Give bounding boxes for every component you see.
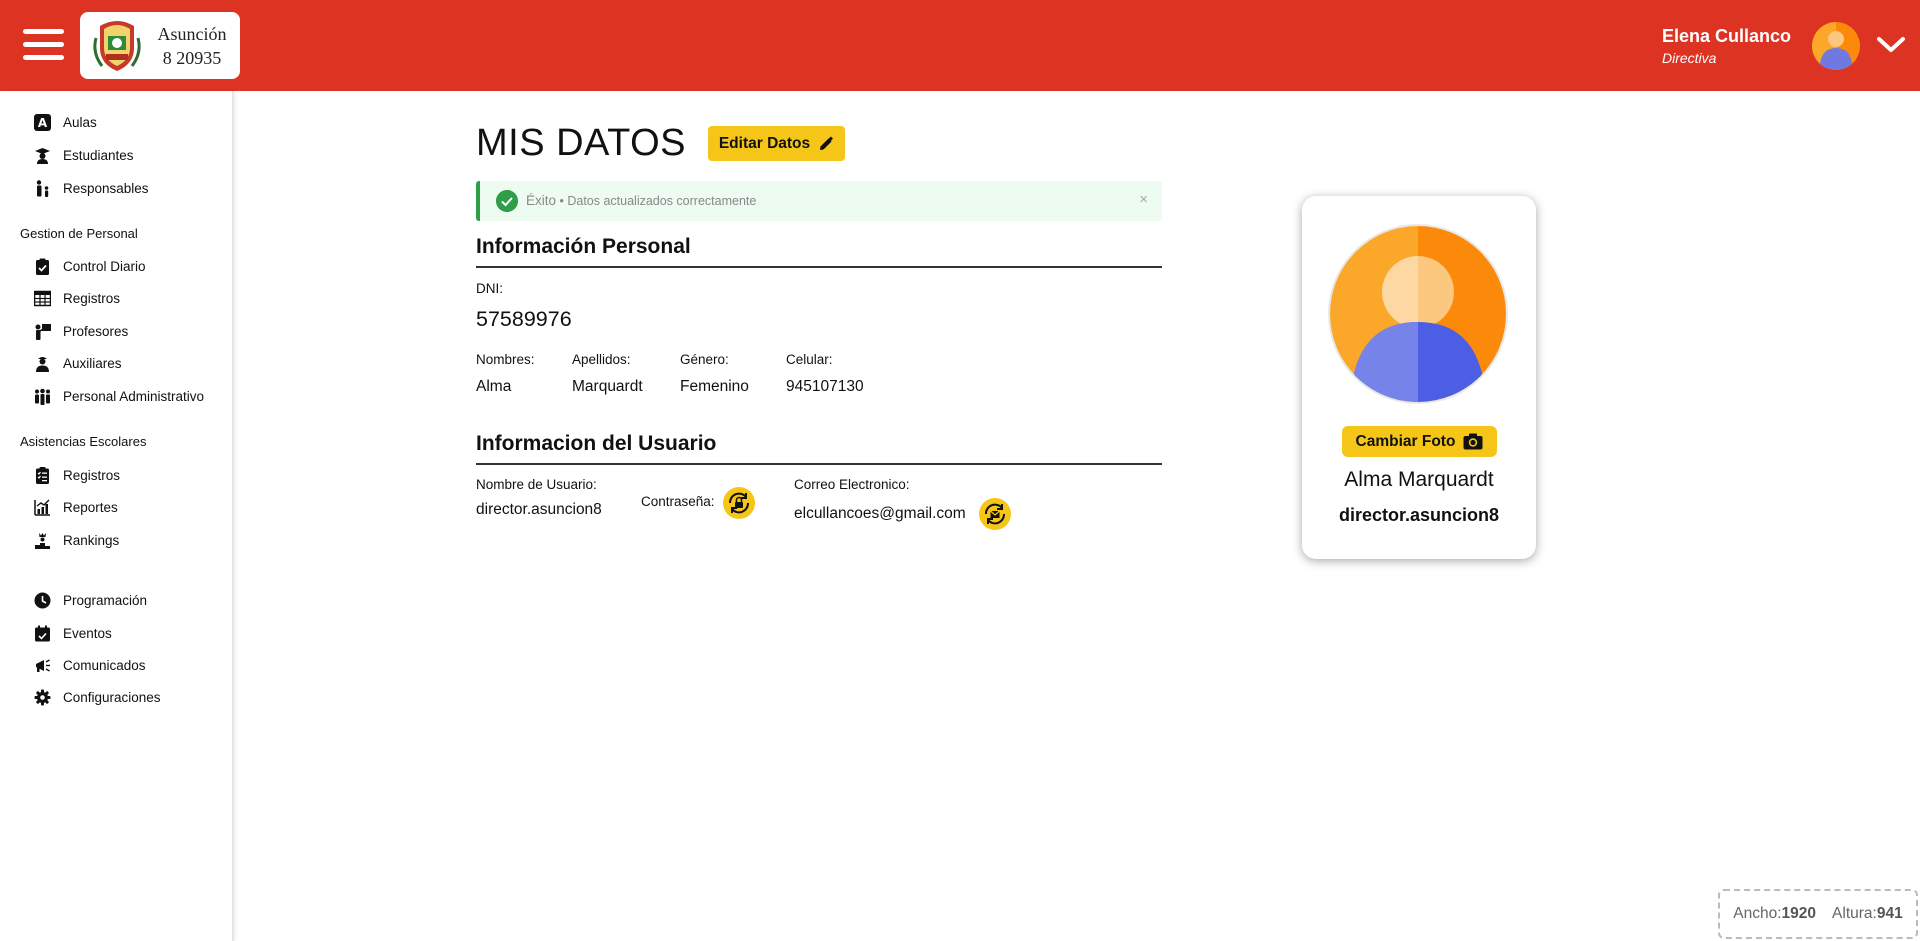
divider bbox=[476, 463, 1162, 465]
nombres-label: Nombres: bbox=[476, 352, 535, 367]
celular-value: 945107130 bbox=[786, 378, 864, 395]
sidebar-item-personal-administrativo[interactable]: Personal Administrativo bbox=[34, 384, 204, 408]
parent-child-icon bbox=[36, 179, 49, 197]
header-avatar[interactable] bbox=[1812, 22, 1860, 70]
check-circle-icon bbox=[496, 190, 518, 212]
apellidos-label: Apellidos: bbox=[572, 352, 631, 367]
edit-data-button[interactable]: Editar Datos bbox=[708, 126, 845, 161]
profile-card: Cambiar Foto Alma Marquardt director.asu… bbox=[1302, 196, 1536, 559]
alert-separator: • bbox=[556, 194, 568, 208]
section-title-gestion: Gestion de Personal bbox=[20, 226, 138, 241]
change-password-button[interactable] bbox=[723, 487, 755, 519]
sidebar: A Aulas Estudiantes Responsables Gestion… bbox=[0, 91, 234, 941]
mail-refresh-icon bbox=[984, 503, 1006, 525]
section-title-asistencias: Asistencias Escolares bbox=[20, 434, 147, 449]
camera-icon bbox=[1463, 433, 1483, 450]
alert-message: Datos actualizados correctamente bbox=[567, 194, 757, 208]
school-logo-box: Asunción 8 20935 bbox=[80, 12, 240, 79]
school-name: Asunción bbox=[157, 24, 227, 44]
lock-refresh-icon bbox=[728, 492, 750, 514]
celular-label: Celular: bbox=[786, 352, 833, 367]
sidebar-item-eventos[interactable]: Eventos bbox=[34, 621, 112, 645]
user-info-heading: Informacion del Usuario bbox=[476, 432, 717, 455]
megaphone-icon bbox=[36, 658, 50, 672]
page-title: MIS DATOS bbox=[476, 122, 687, 164]
username-label: Nombre de Usuario: bbox=[476, 477, 597, 492]
sidebar-item-control-diario[interactable]: Control Diario bbox=[34, 254, 146, 278]
top-header: Asunción 8 20935 Elena Cullanco Directiv… bbox=[0, 0, 1920, 91]
profile-avatar bbox=[1330, 226, 1506, 402]
staff-icon bbox=[36, 356, 49, 372]
height-value: 941 bbox=[1876, 905, 1903, 922]
divider bbox=[476, 266, 1162, 268]
sidebar-item-profesores[interactable]: Profesores bbox=[34, 319, 128, 343]
sidebar-item-comunicados[interactable]: Comunicados bbox=[34, 653, 146, 677]
gear-icon bbox=[34, 689, 51, 705]
username-value: director.asuncion8 bbox=[476, 501, 602, 518]
pencil-icon bbox=[820, 136, 834, 150]
sidebar-item-registros-asistencia[interactable]: Registros bbox=[34, 463, 120, 487]
calendar-icon bbox=[35, 625, 50, 641]
checklist-icon bbox=[36, 466, 49, 484]
nombres-value: Alma bbox=[476, 378, 512, 395]
sidebar-item-programacion[interactable]: Programación bbox=[34, 588, 147, 612]
apellidos-value: Marquardt bbox=[572, 378, 643, 395]
clipboard-check-icon bbox=[36, 258, 49, 275]
school-code: 8 20935 bbox=[162, 48, 222, 68]
width-label: Ancho: bbox=[1733, 905, 1782, 922]
genero-label: Género: bbox=[680, 352, 729, 367]
sidebar-item-configuraciones[interactable]: Configuraciones bbox=[34, 685, 161, 709]
sidebar-item-registros-personal[interactable]: Registros bbox=[34, 286, 120, 310]
header-user-name: Elena Cullanco bbox=[1662, 26, 1792, 46]
profile-username: director.asuncion8 bbox=[1338, 505, 1500, 525]
sidebar-item-auxiliares[interactable]: Auxiliares bbox=[34, 351, 122, 375]
school-crest-icon bbox=[93, 21, 141, 71]
profile-full-name: Alma Marquardt bbox=[1344, 468, 1494, 491]
svg-text:A: A bbox=[38, 116, 48, 130]
sidebar-item-reportes[interactable]: Reportes bbox=[34, 495, 118, 519]
personal-info-heading: Información Personal bbox=[476, 235, 691, 258]
sidebar-item-estudiantes[interactable]: Estudiantes bbox=[34, 143, 134, 167]
menu-icon[interactable] bbox=[23, 29, 64, 61]
height-label: Altura: bbox=[1832, 905, 1877, 922]
teacher-icon bbox=[35, 323, 51, 340]
sidebar-item-rankings[interactable]: Rankings bbox=[34, 528, 119, 552]
success-alert: Éxito • Datos actualizados correctamente… bbox=[476, 181, 1162, 221]
sidebar-item-responsables[interactable]: Responsables bbox=[34, 176, 149, 200]
close-icon[interactable]: × bbox=[1139, 191, 1148, 208]
letter-a-icon: A bbox=[34, 113, 51, 131]
genero-value: Femenino bbox=[680, 378, 749, 395]
chevron-down-icon[interactable] bbox=[1876, 33, 1906, 55]
group-icon bbox=[35, 388, 50, 405]
clock-icon bbox=[34, 592, 51, 608]
password-label: Contraseña: bbox=[641, 494, 715, 509]
change-photo-button[interactable]: Cambiar Foto bbox=[1342, 426, 1497, 457]
email-label: Correo Electronico: bbox=[794, 477, 910, 492]
podium-icon bbox=[35, 532, 50, 549]
table-icon bbox=[34, 290, 51, 306]
alert-title: Éxito bbox=[526, 193, 557, 208]
sidebar-item-aulas[interactable]: A Aulas bbox=[34, 110, 97, 134]
header-user-role: Directiva bbox=[1662, 50, 1717, 66]
viewport-size-badge: Ancho: 1920 Altura: 941 bbox=[1718, 889, 1918, 939]
graduate-icon bbox=[35, 147, 50, 164]
change-email-button[interactable] bbox=[979, 498, 1011, 530]
dni-value: 57589976 bbox=[476, 307, 572, 331]
email-value: elcullancoes@gmail.com bbox=[794, 505, 966, 522]
width-value: 1920 bbox=[1781, 905, 1817, 922]
dni-label: DNI: bbox=[476, 281, 503, 296]
chart-icon bbox=[34, 499, 50, 516]
